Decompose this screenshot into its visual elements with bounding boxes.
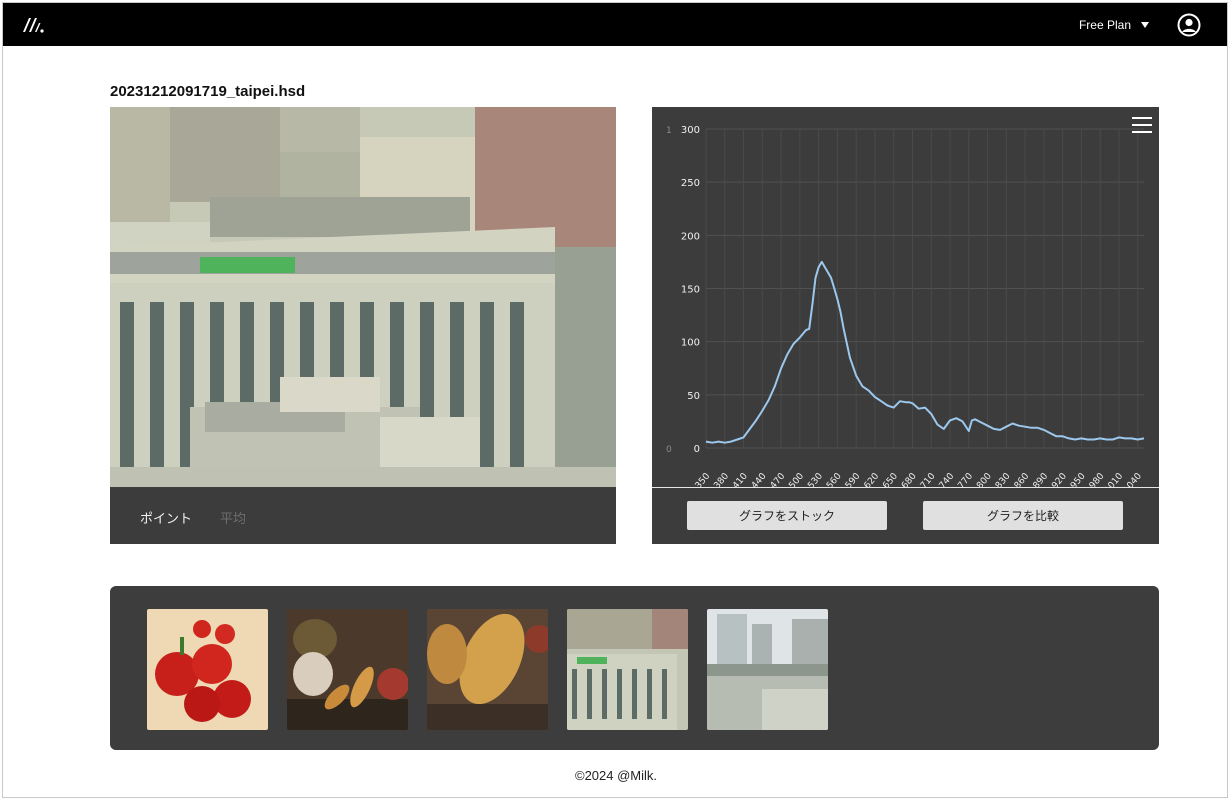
chart-corner-label: 1 xyxy=(666,126,672,136)
account-circle-icon[interactable] xyxy=(1177,13,1201,37)
chevron-down-icon xyxy=(1141,22,1149,28)
plan-selector[interactable]: Free Plan xyxy=(1079,18,1149,32)
plan-label: Free Plan xyxy=(1078,18,1131,32)
stack-graph-button[interactable]: グラフをストック xyxy=(687,501,887,530)
footer-copyright: ©2024 @Milk. xyxy=(574,768,658,783)
y-tick-label: 50 xyxy=(687,391,700,402)
thumbnail-red-peppers[interactable] xyxy=(147,609,268,730)
thumbnail-city[interactable] xyxy=(707,609,828,730)
chart-background xyxy=(652,107,1159,487)
chart-corner-zero: 0 xyxy=(666,445,672,455)
mode-point-tab[interactable]: ポイント xyxy=(140,508,192,527)
y-tick-label: 150 xyxy=(681,285,700,296)
hyperspectral-image[interactable] xyxy=(110,107,616,487)
compare-graph-button[interactable]: グラフを比較 xyxy=(923,501,1123,530)
y-tick-label: 300 xyxy=(681,125,700,136)
mode-average-tab[interactable]: 平均 xyxy=(220,508,246,527)
file-name: 20231212091719_taipei.hsd xyxy=(110,83,306,100)
image-gallery xyxy=(110,586,1159,750)
top-bar: Free Plan xyxy=(3,3,1227,46)
thumbnail-taipei[interactable] xyxy=(567,609,688,730)
y-tick-label: 100 xyxy=(681,338,700,349)
thumbnail-still-life[interactable] xyxy=(287,609,408,730)
mode-bar: ポイント 平均 xyxy=(110,488,616,544)
app-window: Free Plan 20231212091719_taipei.hsd ポイント… xyxy=(2,2,1228,798)
spectrum-chart-panel: 1 0 0 50 100 150 200 250 300 350 380 410 440 470 500 53… xyxy=(652,107,1159,544)
y-tick-label: 250 xyxy=(681,178,700,189)
thumbnail-bananas[interactable] xyxy=(427,609,548,730)
chart-divider xyxy=(652,487,1159,488)
hamburger-menu-icon[interactable] xyxy=(1132,117,1152,135)
y-tick-label: 0 xyxy=(694,444,700,455)
image-viewer: ポイント 平均 xyxy=(110,107,616,544)
spectrum-chart[interactable]: 10 050100150200250300350 380 410 440 470 500 53… xyxy=(652,107,1159,487)
y-tick-label: 200 xyxy=(681,231,700,242)
brand-logo-icon[interactable] xyxy=(21,14,45,34)
